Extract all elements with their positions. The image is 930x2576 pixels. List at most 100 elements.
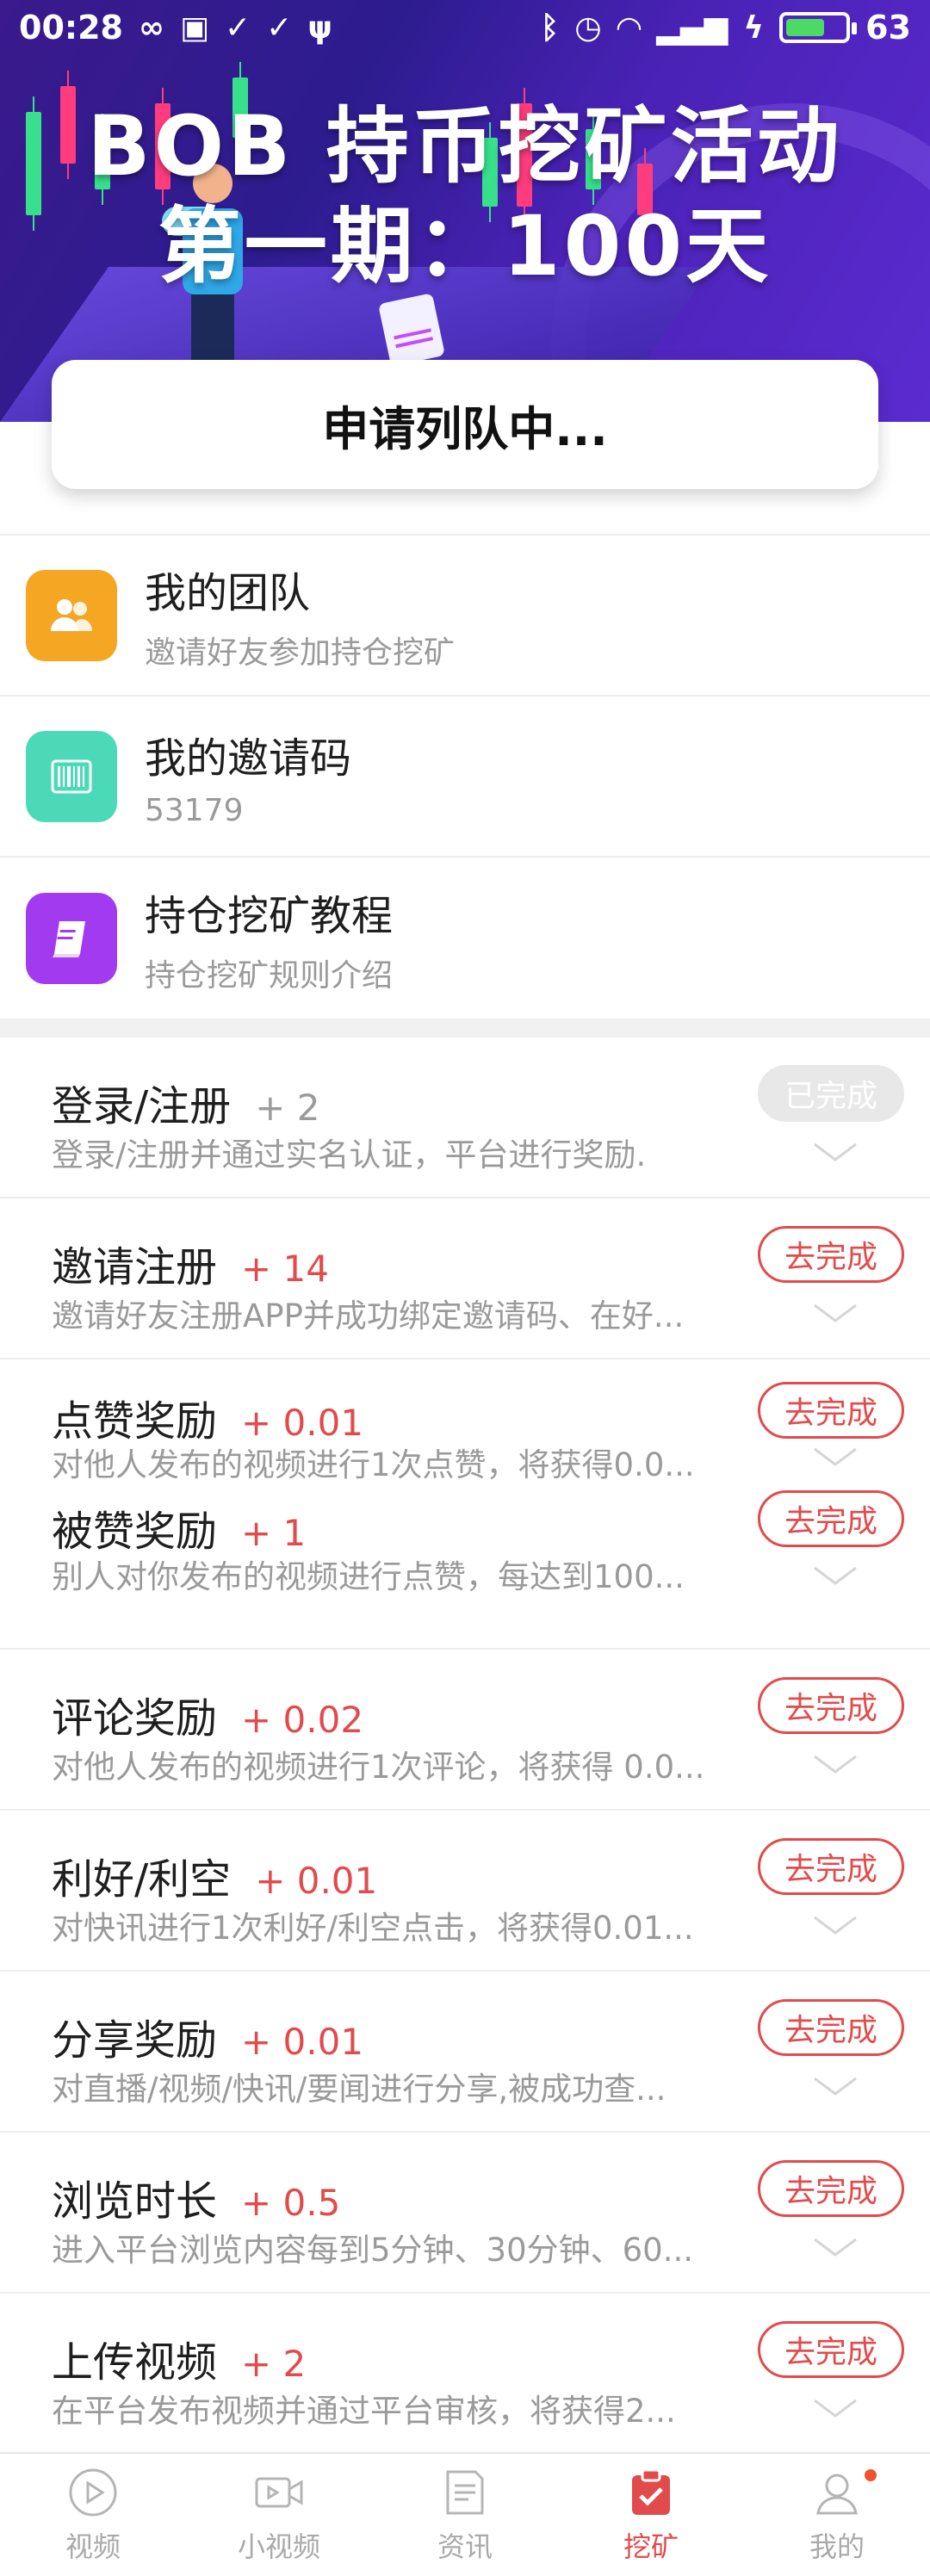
task-go-button[interactable]: 去完成 bbox=[758, 2160, 904, 2217]
section-divider bbox=[0, 1019, 930, 1037]
chevron-down-icon[interactable] bbox=[809, 2234, 861, 2260]
task-title: 利好/利空 bbox=[52, 1855, 232, 1904]
tab-label: 我的 bbox=[809, 2530, 865, 2563]
status-time: 00:28 bbox=[19, 9, 123, 46]
task-description: 进入平台浏览内容每到5分钟、30分钟、60... bbox=[52, 2232, 693, 2269]
task-row[interactable]: 邀请注册 + 14 邀请好友注册APP并成功绑定邀请码、在好... 去完成 bbox=[0, 1198, 930, 1359]
task-reward: + 0.01 bbox=[241, 2021, 364, 2063]
video-camera-icon bbox=[255, 2477, 303, 2508]
task-row[interactable]: 点赞奖励 + 0.01 对他人发布的视频进行1次点赞，将获得0.0... 去完成 bbox=[0, 1359, 930, 1489]
task-reward: + 2 bbox=[241, 2343, 307, 2385]
task-go-button[interactable]: 去完成 bbox=[758, 1838, 904, 1895]
tab-short-video[interactable]: 小视频 bbox=[186, 2454, 372, 2576]
task-title: 登录/注册 bbox=[52, 1082, 232, 1130]
clipboard-check-icon bbox=[632, 2468, 670, 2515]
task-reward: + 2 bbox=[255, 1087, 320, 1129]
task-row[interactable]: 分享奖励 + 0.01 对直播/视频/快讯/要闻进行分享,被成功查... 去完成 bbox=[0, 1972, 930, 2133]
task-description: 对他人发布的视频进行1次点赞，将获得0.0... bbox=[52, 1446, 695, 1483]
task-description: 在平台发布视频并通过平台审核，将获得2... bbox=[52, 2393, 676, 2430]
task-go-button[interactable]: 去完成 bbox=[758, 1677, 904, 1734]
menu-item-my-team[interactable]: 我的团队 邀请好友参加持仓挖矿 bbox=[0, 536, 930, 697]
battery-level: 63 bbox=[865, 9, 911, 46]
task-title: 浏览时长 bbox=[52, 2177, 218, 2226]
chevron-down-icon[interactable] bbox=[809, 1751, 861, 1777]
menu-item-tutorial[interactable]: 持仓挖矿教程 持仓挖矿规则介绍 bbox=[0, 858, 930, 1019]
play-icon bbox=[69, 2468, 117, 2517]
tab-label: 视频 bbox=[65, 2530, 121, 2563]
infinity-icon: ∞ bbox=[138, 9, 164, 46]
menu-item-title: 我的邀请码 bbox=[145, 734, 352, 783]
chevron-down-icon[interactable] bbox=[809, 2395, 861, 2421]
menu-item-title: 持仓挖矿教程 bbox=[145, 891, 394, 940]
menu-item-invite-code[interactable]: 我的邀请码 53179 bbox=[0, 697, 930, 858]
bottom-tab-bar: 视频 小视频 资讯 挖矿 我的 bbox=[0, 2452, 930, 2576]
task-description: 对他人发布的视频进行1次评论，将获得 0.0... bbox=[52, 1749, 705, 1786]
tab-mining[interactable]: 挖矿 bbox=[558, 2454, 744, 2576]
banner-title-line2: 第一期：100天 bbox=[158, 198, 772, 294]
task-go-button[interactable]: 去完成 bbox=[758, 1999, 904, 2056]
team-icon bbox=[26, 569, 117, 661]
task-description: 别人对你发布的视频进行点赞，每达到100... bbox=[52, 1558, 685, 1595]
task-description: 对快讯进行1次利好/利空点击，将获得0.01... bbox=[52, 1910, 694, 1947]
alarm-icon: ◷ bbox=[574, 9, 602, 46]
notification-badge bbox=[865, 2469, 877, 2481]
task-row[interactable]: 浏览时长 + 0.5 进入平台浏览内容每到5分钟、30分钟、60... 去完成 bbox=[0, 2133, 930, 2294]
tab-video[interactable]: 视频 bbox=[0, 2454, 186, 2576]
task-row[interactable]: 上传视频 + 2 在平台发布视频并通过平台审核，将获得2... 去完成 bbox=[0, 2294, 930, 2455]
task-go-button[interactable]: 去完成 bbox=[758, 1382, 904, 1439]
task-reward: + 14 bbox=[241, 1248, 330, 1290]
status-bar: 00:28 ∞ ▣ ✓ ✓ ψ ᛒ ◷ ◠ ▂▄▆ ϟ 63 bbox=[0, 0, 930, 55]
chevron-down-icon[interactable] bbox=[809, 1139, 861, 1165]
battery-icon bbox=[779, 12, 858, 43]
task-title: 被赞奖励 bbox=[52, 1508, 218, 1556]
task-reward: + 0.01 bbox=[241, 1402, 364, 1444]
tab-label: 挖矿 bbox=[623, 2530, 679, 2563]
task-go-button[interactable]: 去完成 bbox=[758, 1226, 904, 1283]
barcode-icon bbox=[26, 730, 117, 822]
tab-label: 资讯 bbox=[437, 2530, 493, 2563]
task-go-button[interactable]: 去完成 bbox=[758, 2321, 904, 2378]
task-title: 评论奖励 bbox=[52, 1694, 218, 1743]
task-done-button[interactable]: 已完成 bbox=[758, 1065, 904, 1122]
tab-profile[interactable]: 我的 bbox=[744, 2454, 930, 2576]
book-icon bbox=[26, 892, 117, 984]
task-description: 登录/注册并通过实名认证，平台进行奖励. bbox=[52, 1136, 647, 1173]
menu-item-subtitle: 持仓挖矿规则介绍 bbox=[145, 957, 394, 994]
activity-banner: BOB 持币挖矿活动 第一期：100天 bbox=[0, 0, 930, 422]
news-icon bbox=[446, 2470, 484, 2515]
task-row[interactable]: 利好/利空 + 0.01 对快讯进行1次利好/利空点击，将获得0.01... 去完… bbox=[0, 1811, 930, 1972]
task-description: 对直播/视频/快讯/要闻进行分享,被成功查... bbox=[52, 2071, 666, 2108]
task-reward: + 1 bbox=[241, 1512, 307, 1554]
task-reward: + 0.5 bbox=[241, 2182, 341, 2224]
menu-item-title: 我的团队 bbox=[145, 568, 311, 617]
check-circle-icon: ✓ bbox=[224, 9, 251, 46]
invite-code-value: 53179 bbox=[145, 793, 244, 828]
task-list: 登录/注册 + 2 登录/注册并通过实名认证，平台进行奖励. 已完成 邀请注册 + … bbox=[0, 1037, 930, 2455]
menu-item-subtitle: 邀请好友参加持仓挖矿 bbox=[145, 635, 456, 671]
profile-icon bbox=[816, 2474, 858, 2515]
task-reward: + 0.02 bbox=[241, 1699, 364, 1741]
usb-icon: ψ bbox=[307, 9, 332, 46]
task-row[interactable]: 被赞奖励 + 1 别人对你发布的视频进行点赞，每达到100... 去完成 bbox=[0, 1489, 930, 1650]
task-title: 分享奖励 bbox=[52, 2016, 218, 2065]
task-row[interactable]: 评论奖励 + 0.02 对他人发布的视频进行1次评论，将获得 0.0... 去完成 bbox=[0, 1650, 930, 1811]
task-title: 上传视频 bbox=[52, 2338, 218, 2387]
task-title: 邀请注册 bbox=[52, 1243, 218, 1291]
queue-status-card[interactable]: 申请列队中... bbox=[52, 360, 878, 489]
task-row[interactable]: 登录/注册 + 2 登录/注册并通过实名认证，平台进行奖励. 已完成 bbox=[0, 1037, 930, 1198]
chevron-down-icon[interactable] bbox=[809, 1444, 861, 1470]
tab-label: 小视频 bbox=[237, 2530, 320, 2563]
chevron-down-icon[interactable] bbox=[809, 1300, 861, 1326]
feature-menu: 我的团队 邀请好友参加持仓挖矿 我的邀请码 53179 持仓挖矿教程 持仓挖矿规… bbox=[0, 534, 930, 1019]
task-description: 邀请好友注册APP并成功绑定邀请码、在好... bbox=[52, 1297, 685, 1334]
task-go-button[interactable]: 去完成 bbox=[758, 1490, 904, 1547]
wifi-icon: ◠ bbox=[617, 9, 642, 46]
chevron-down-icon[interactable] bbox=[809, 2073, 861, 2099]
bluetooth-icon: ᛒ bbox=[540, 9, 560, 46]
task-reward: + 0.01 bbox=[255, 1860, 378, 1902]
tab-news[interactable]: 资讯 bbox=[372, 2454, 558, 2576]
chevron-down-icon[interactable] bbox=[809, 1563, 861, 1588]
signal-icon: ▂▄▆ bbox=[656, 9, 728, 46]
chevron-down-icon[interactable] bbox=[809, 1912, 861, 1938]
charging-icon: ϟ bbox=[743, 9, 765, 46]
